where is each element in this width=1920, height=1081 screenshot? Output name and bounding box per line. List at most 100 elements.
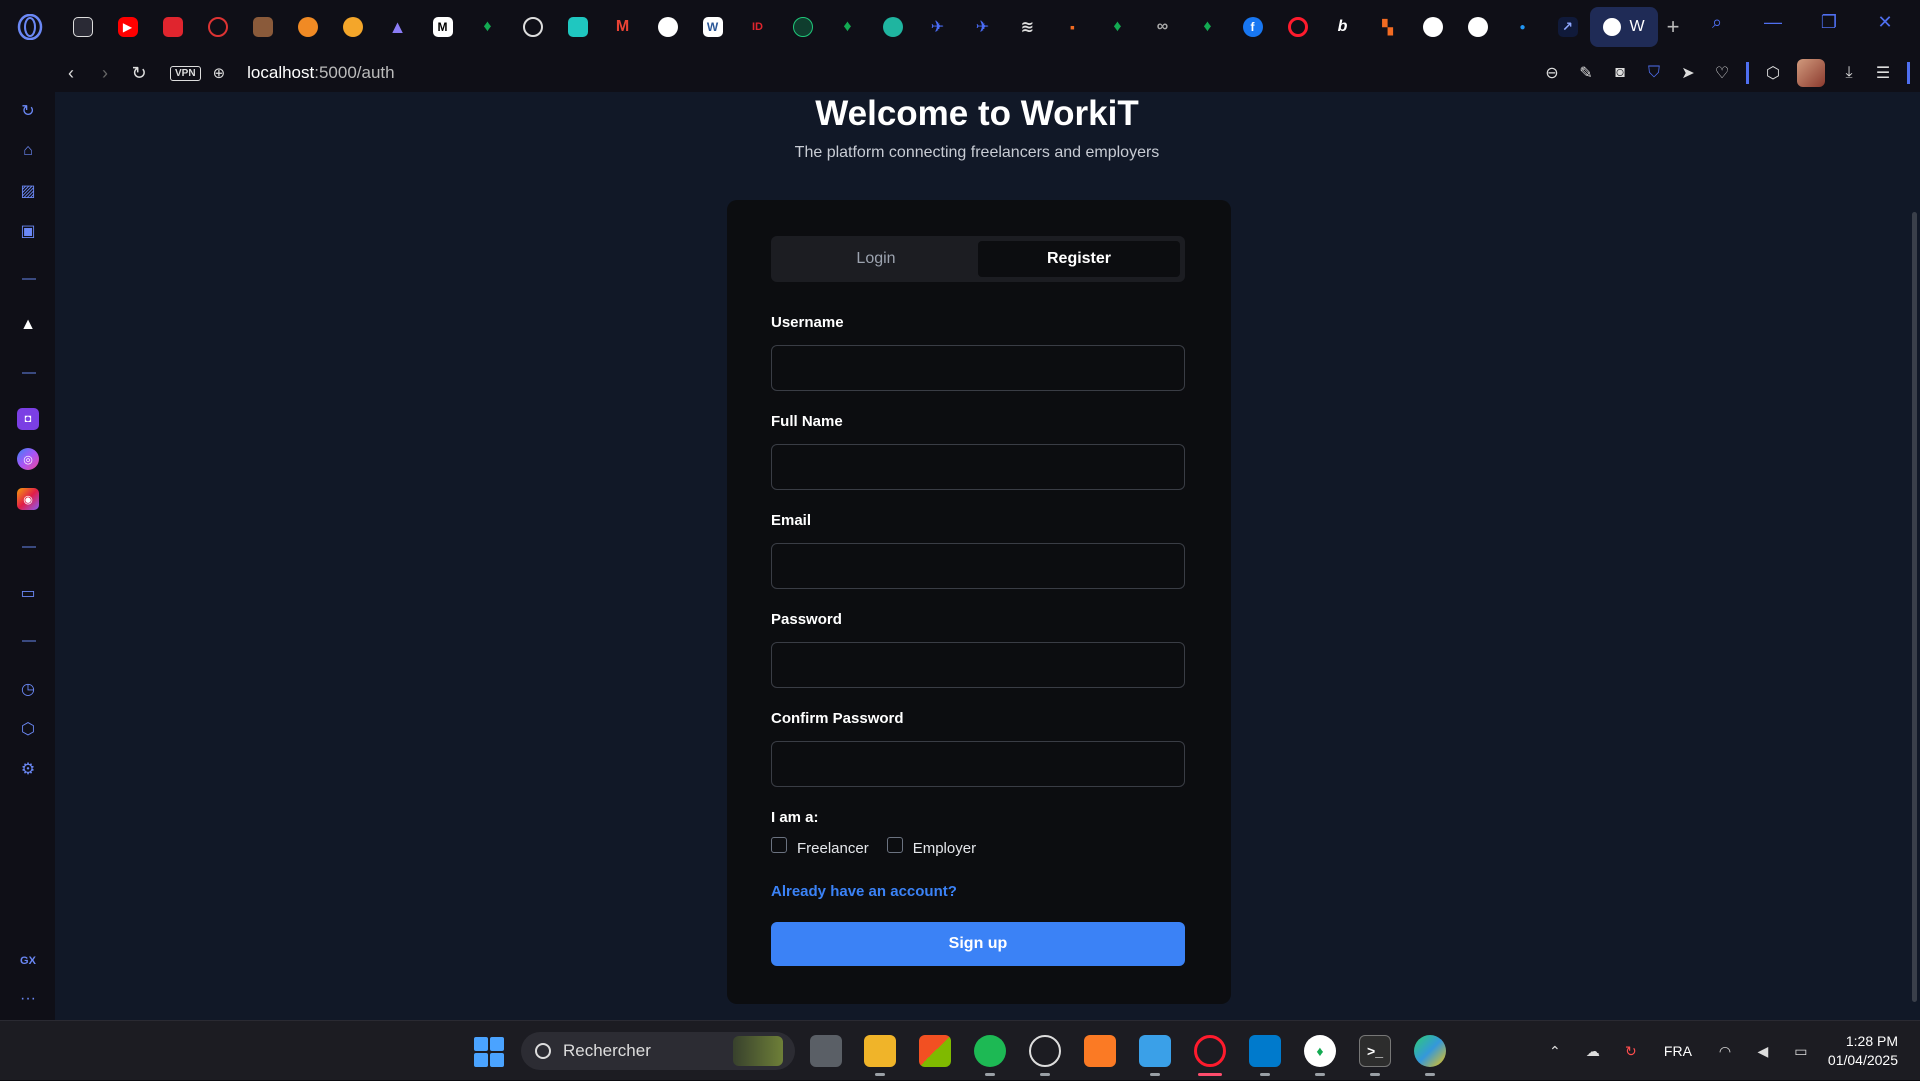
clock[interactable]: 1:28 PM 01/04/2025 [1828,1032,1920,1070]
tab-small-dot-icon[interactable]: ● [1500,0,1545,54]
tab-bird-2-icon[interactable]: ✈ [960,0,1005,54]
tab-orange-squares-icon[interactable]: ▪ [1050,0,1095,54]
windows-start-icon[interactable] [474,1037,504,1067]
role-employer[interactable]: Employer [886,836,976,857]
tab-red-brand-icon[interactable]: ID [735,0,780,54]
speed-dial-icon[interactable]: ↻ [17,100,39,122]
tab-orange-app-2-icon[interactable] [330,0,375,54]
mongodb-compass-icon[interactable]: ♦ [1304,1035,1336,1067]
zoom-out-icon[interactable]: ⊖ [1542,63,1562,83]
tab-teal-app-icon[interactable] [555,0,600,54]
tab-login[interactable]: Login [775,241,977,277]
wifi-icon[interactable]: ◠ [1714,1040,1736,1062]
site-info-icon[interactable]: ⊕ [213,64,226,82]
vpn-badge[interactable]: VPN [170,65,201,81]
employer-checkbox[interactable] [886,836,903,853]
tab-chatgpt-icon[interactable] [1410,0,1455,54]
scrollbar-thumb[interactable] [1912,212,1917,1002]
restore-button[interactable]: ❐ [1810,12,1848,33]
tab-opera-icon[interactable] [1275,0,1320,54]
forward-button[interactable]: › [88,56,122,90]
xampp-icon[interactable] [1084,1035,1116,1067]
tab-bird-icon[interactable]: ✈ [915,0,960,54]
tab-app-red-icon[interactable] [150,0,195,54]
send-icon[interactable]: ➤ [1678,63,1698,83]
tab-gmail-icon[interactable]: M [600,0,645,54]
opera-gx-logo-icon[interactable] [8,5,52,49]
tab-youtube-icon[interactable]: ▶ [105,0,150,54]
notepad-icon[interactable] [1139,1035,1171,1067]
password-field[interactable] [771,642,1185,688]
edit-icon[interactable]: ✎ [1576,63,1596,83]
tab-register[interactable]: Register [978,241,1180,277]
cloud-off-icon[interactable]: ☁ [1582,1040,1604,1062]
file-explorer-icon[interactable] [864,1035,896,1067]
tab-teal-circle-icon[interactable] [870,0,915,54]
tab-mastodon-icon[interactable]: M [420,0,465,54]
tab-mongodb-4-icon[interactable]: ♦ [1185,0,1230,54]
tab-orange-app-icon[interactable] [285,0,330,54]
microsoft-store-icon[interactable] [919,1035,951,1067]
opera-gx-taskbar-icon[interactable] [1194,1035,1226,1067]
tab-facebook-icon[interactable]: f [1230,0,1275,54]
volume-icon[interactable]: ◀ [1752,1040,1774,1062]
menu-icon[interactable]: ☰ [1873,63,1893,83]
taskbar-search[interactable]: Rechercher [521,1032,795,1070]
sync-icon[interactable]: ↻ [1620,1040,1642,1062]
tab-b-icon[interactable]: b [1320,0,1365,54]
username-field[interactable] [771,345,1185,391]
camera-icon[interactable]: ◙ [1610,63,1630,83]
tab-image-icon[interactable] [240,0,285,54]
twitch-icon[interactable]: ◘ [17,408,39,430]
tab-stacked-icon[interactable]: ≋ [1005,0,1050,54]
freelancer-checkbox[interactable] [771,836,787,853]
tab-rings-icon[interactable]: ∞ [1140,0,1185,54]
settings-icon[interactable]: ⚙ [17,758,39,780]
tab-mongodb-2-icon[interactable]: ♦ [825,0,870,54]
heart-icon[interactable]: ♡ [1712,63,1732,83]
full-name-field[interactable] [771,444,1185,490]
tab-chatgpt-2-icon[interactable] [1455,0,1500,54]
chevron-up-icon[interactable]: ⌃ [1544,1040,1566,1062]
tab-github-icon[interactable] [645,0,690,54]
sign-up-button[interactable]: Sign up [771,922,1185,966]
reload-button[interactable]: ↻ [122,56,156,90]
extensions-icon[interactable]: ⬡ [17,718,39,740]
minimize-button[interactable]: — [1754,12,1792,33]
new-tab-button[interactable]: + [1658,12,1688,42]
active-tab[interactable]: W [1590,7,1658,47]
tab-word-icon[interactable]: W [690,0,735,54]
browser-app-icon[interactable] [1414,1035,1446,1067]
more-icon[interactable]: ··· [17,988,39,1010]
avatar[interactable] [1797,59,1825,87]
url-field[interactable]: localhost:5000/auth [247,63,394,83]
vscode-icon[interactable] [1249,1035,1281,1067]
instagram-icon[interactable]: ◉ [17,488,39,510]
page-scrollbar[interactable] [1909,92,1920,1020]
gx-control-icon[interactable]: ⌂ [17,140,39,162]
tab-gx-corner-icon[interactable] [60,0,105,54]
role-freelancer[interactable]: Freelancer [771,836,869,857]
wallet-icon[interactable]: ▭ [17,582,39,604]
email-field[interactable] [771,543,1185,589]
gx-label[interactable]: GX [17,950,39,972]
tab-mongodb-3-icon[interactable]: ♦ [1095,0,1140,54]
tab-orange-grid-icon[interactable]: ▚ [1365,0,1410,54]
login-link[interactable]: Already have an account? [771,883,957,900]
search-tabs-icon[interactable]: ⌕ [1698,12,1736,33]
tab-arc-icon[interactable]: ▲ [375,0,420,54]
arc-app-icon[interactable]: ▲ [17,314,39,336]
task-view-icon[interactable] [810,1035,842,1067]
tab-green-app-icon[interactable] [780,0,825,54]
gx-corner-icon[interactable]: ▣ [17,220,39,242]
history-icon[interactable]: ◷ [17,678,39,700]
spotify-icon[interactable] [974,1035,1006,1067]
language-indicator[interactable]: FRA [1658,1040,1698,1062]
terminal-icon[interactable]: >_ [1359,1035,1391,1067]
close-button[interactable]: ✕ [1866,12,1904,33]
gx-cleaner-icon[interactable]: ▨ [17,180,39,202]
tab-speedometer-icon[interactable] [195,0,240,54]
confirm-password-field[interactable] [771,741,1185,787]
tab-arrow-icon[interactable]: ↗ [1545,0,1590,54]
chatgpt-icon[interactable] [1029,1035,1061,1067]
